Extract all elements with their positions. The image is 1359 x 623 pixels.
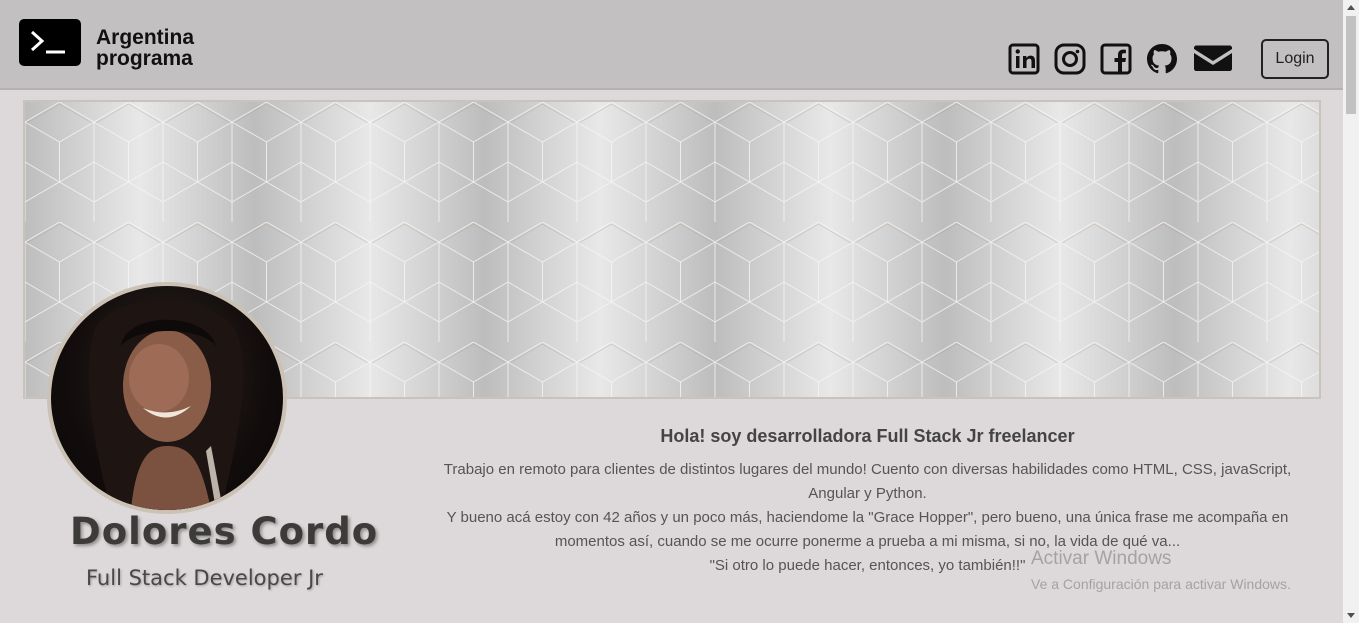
watermark-subtitle: Ve a Configuración para activar Windows. bbox=[1031, 576, 1291, 592]
brand-line-2: programa bbox=[96, 47, 193, 70]
watermark-title: Activar Windows bbox=[1031, 548, 1172, 569]
brand-logo-text[interactable]: Argentina programa bbox=[96, 27, 194, 69]
linkedin-icon[interactable] bbox=[1008, 42, 1040, 76]
page-scrollbar[interactable] bbox=[1343, 0, 1359, 623]
scroll-up-icon[interactable] bbox=[1347, 5, 1355, 10]
profile-role: Full Stack Developer Jr bbox=[86, 566, 323, 590]
terminal-logo-icon[interactable] bbox=[19, 19, 81, 66]
facebook-icon[interactable] bbox=[1100, 42, 1132, 76]
scroll-down-icon[interactable] bbox=[1347, 613, 1355, 618]
about-title: Hola! soy desarrolladora Full Stack Jr f… bbox=[660, 426, 1075, 446]
about-paragraph-2: Y bueno acá estoy con 42 años y un poco … bbox=[446, 509, 1289, 550]
windows-activation-watermark: Activar Windows Ve a Configuración para … bbox=[1031, 548, 1291, 592]
login-button[interactable]: Login bbox=[1261, 39, 1329, 79]
profile-name: Dolores Cordo bbox=[70, 510, 379, 553]
profile-avatar bbox=[47, 282, 287, 514]
github-icon[interactable] bbox=[1145, 42, 1179, 76]
about-paragraph-1: Trabajo en remoto para clientes de disti… bbox=[443, 461, 1292, 502]
instagram-icon[interactable] bbox=[1054, 42, 1086, 76]
brand-line-1: Argentina bbox=[96, 26, 195, 49]
navbar: Argentina programa Login bbox=[0, 0, 1343, 90]
email-icon[interactable] bbox=[1192, 42, 1234, 76]
scroll-thumb[interactable] bbox=[1346, 16, 1356, 114]
